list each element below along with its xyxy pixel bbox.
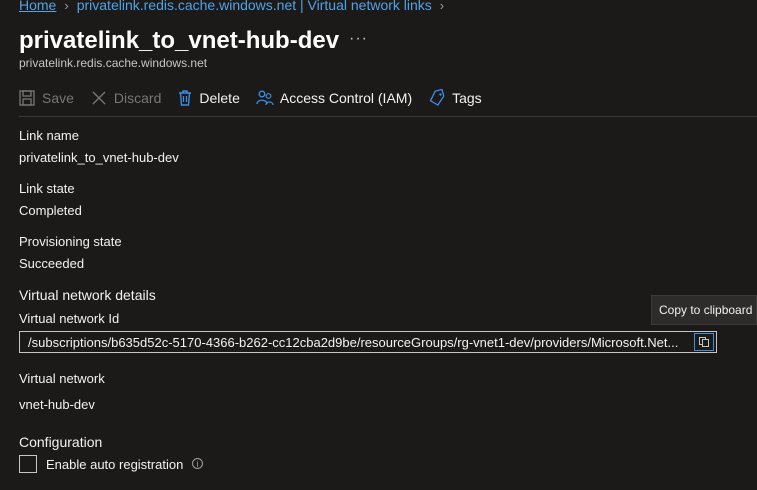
- access-control-button[interactable]: Access Control (IAM): [256, 89, 412, 107]
- configuration-heading: Configuration: [19, 434, 103, 450]
- delete-label: Delete: [199, 90, 240, 106]
- tags-label: Tags: [452, 90, 482, 106]
- save-button[interactable]: Save: [18, 89, 74, 107]
- toolbar-divider: [19, 116, 757, 117]
- auto-registration-checkbox[interactable]: [19, 455, 37, 473]
- breadcrumb-vnet-links-link[interactable]: privatelink.redis.cache.windows.net | Vi…: [77, 0, 432, 13]
- provisioning-state-label: Provisioning state: [19, 234, 122, 249]
- trash-icon: [179, 90, 192, 106]
- tags-button[interactable]: Tags: [428, 89, 482, 107]
- vnet-id-field[interactable]: /subscriptions/b635d52c-5170-4366-b262-c…: [19, 331, 717, 353]
- provisioning-state-value: Succeeded: [19, 256, 85, 271]
- page-subtitle: privatelink.redis.cache.windows.net: [19, 56, 208, 70]
- more-options-icon[interactable]: ···: [349, 30, 368, 48]
- virtual-network-label: Virtual network: [19, 371, 105, 386]
- page-title: privatelink_to_vnet-hub-dev: [19, 27, 340, 54]
- link-name-label: Link name: [19, 128, 79, 143]
- copy-icon: [699, 337, 709, 347]
- auto-registration-label[interactable]: Enable auto registration: [46, 457, 183, 472]
- save-icon: [19, 90, 35, 106]
- copy-tooltip: Copy to clipboard: [651, 295, 757, 325]
- tag-icon: [429, 89, 445, 106]
- vnet-id-value: /subscriptions/b635d52c-5170-4366-b262-c…: [28, 335, 679, 350]
- save-label: Save: [42, 90, 74, 106]
- discard-label: Discard: [113, 90, 162, 106]
- copy-button[interactable]: [694, 333, 714, 351]
- people-icon: [256, 90, 274, 106]
- close-icon: [92, 91, 106, 105]
- link-state-value: Completed: [19, 203, 82, 218]
- link-name-value: privatelink_to_vnet-hub-dev: [19, 150, 179, 165]
- command-bar: Save Discard Delete Access Control (IAM)…: [18, 85, 498, 111]
- access-control-label: Access Control (IAM): [279, 90, 413, 106]
- delete-button[interactable]: Delete: [177, 89, 240, 107]
- vnet-details-heading: Virtual network details: [19, 287, 156, 303]
- discard-button[interactable]: Discard: [90, 89, 161, 107]
- breadcrumb-home-link[interactable]: Home: [19, 0, 56, 13]
- vnet-id-label: Virtual network Id: [19, 311, 120, 326]
- chevron-right-icon: ›: [64, 0, 69, 13]
- virtual-network-link[interactable]: vnet-hub-dev: [19, 397, 95, 412]
- chevron-right-icon: ›: [439, 0, 445, 13]
- breadcrumb: Home › privatelink.redis.cache.windows.n…: [19, 0, 452, 13]
- link-state-label: Link state: [19, 181, 75, 196]
- info-icon[interactable]: i: [192, 458, 203, 469]
